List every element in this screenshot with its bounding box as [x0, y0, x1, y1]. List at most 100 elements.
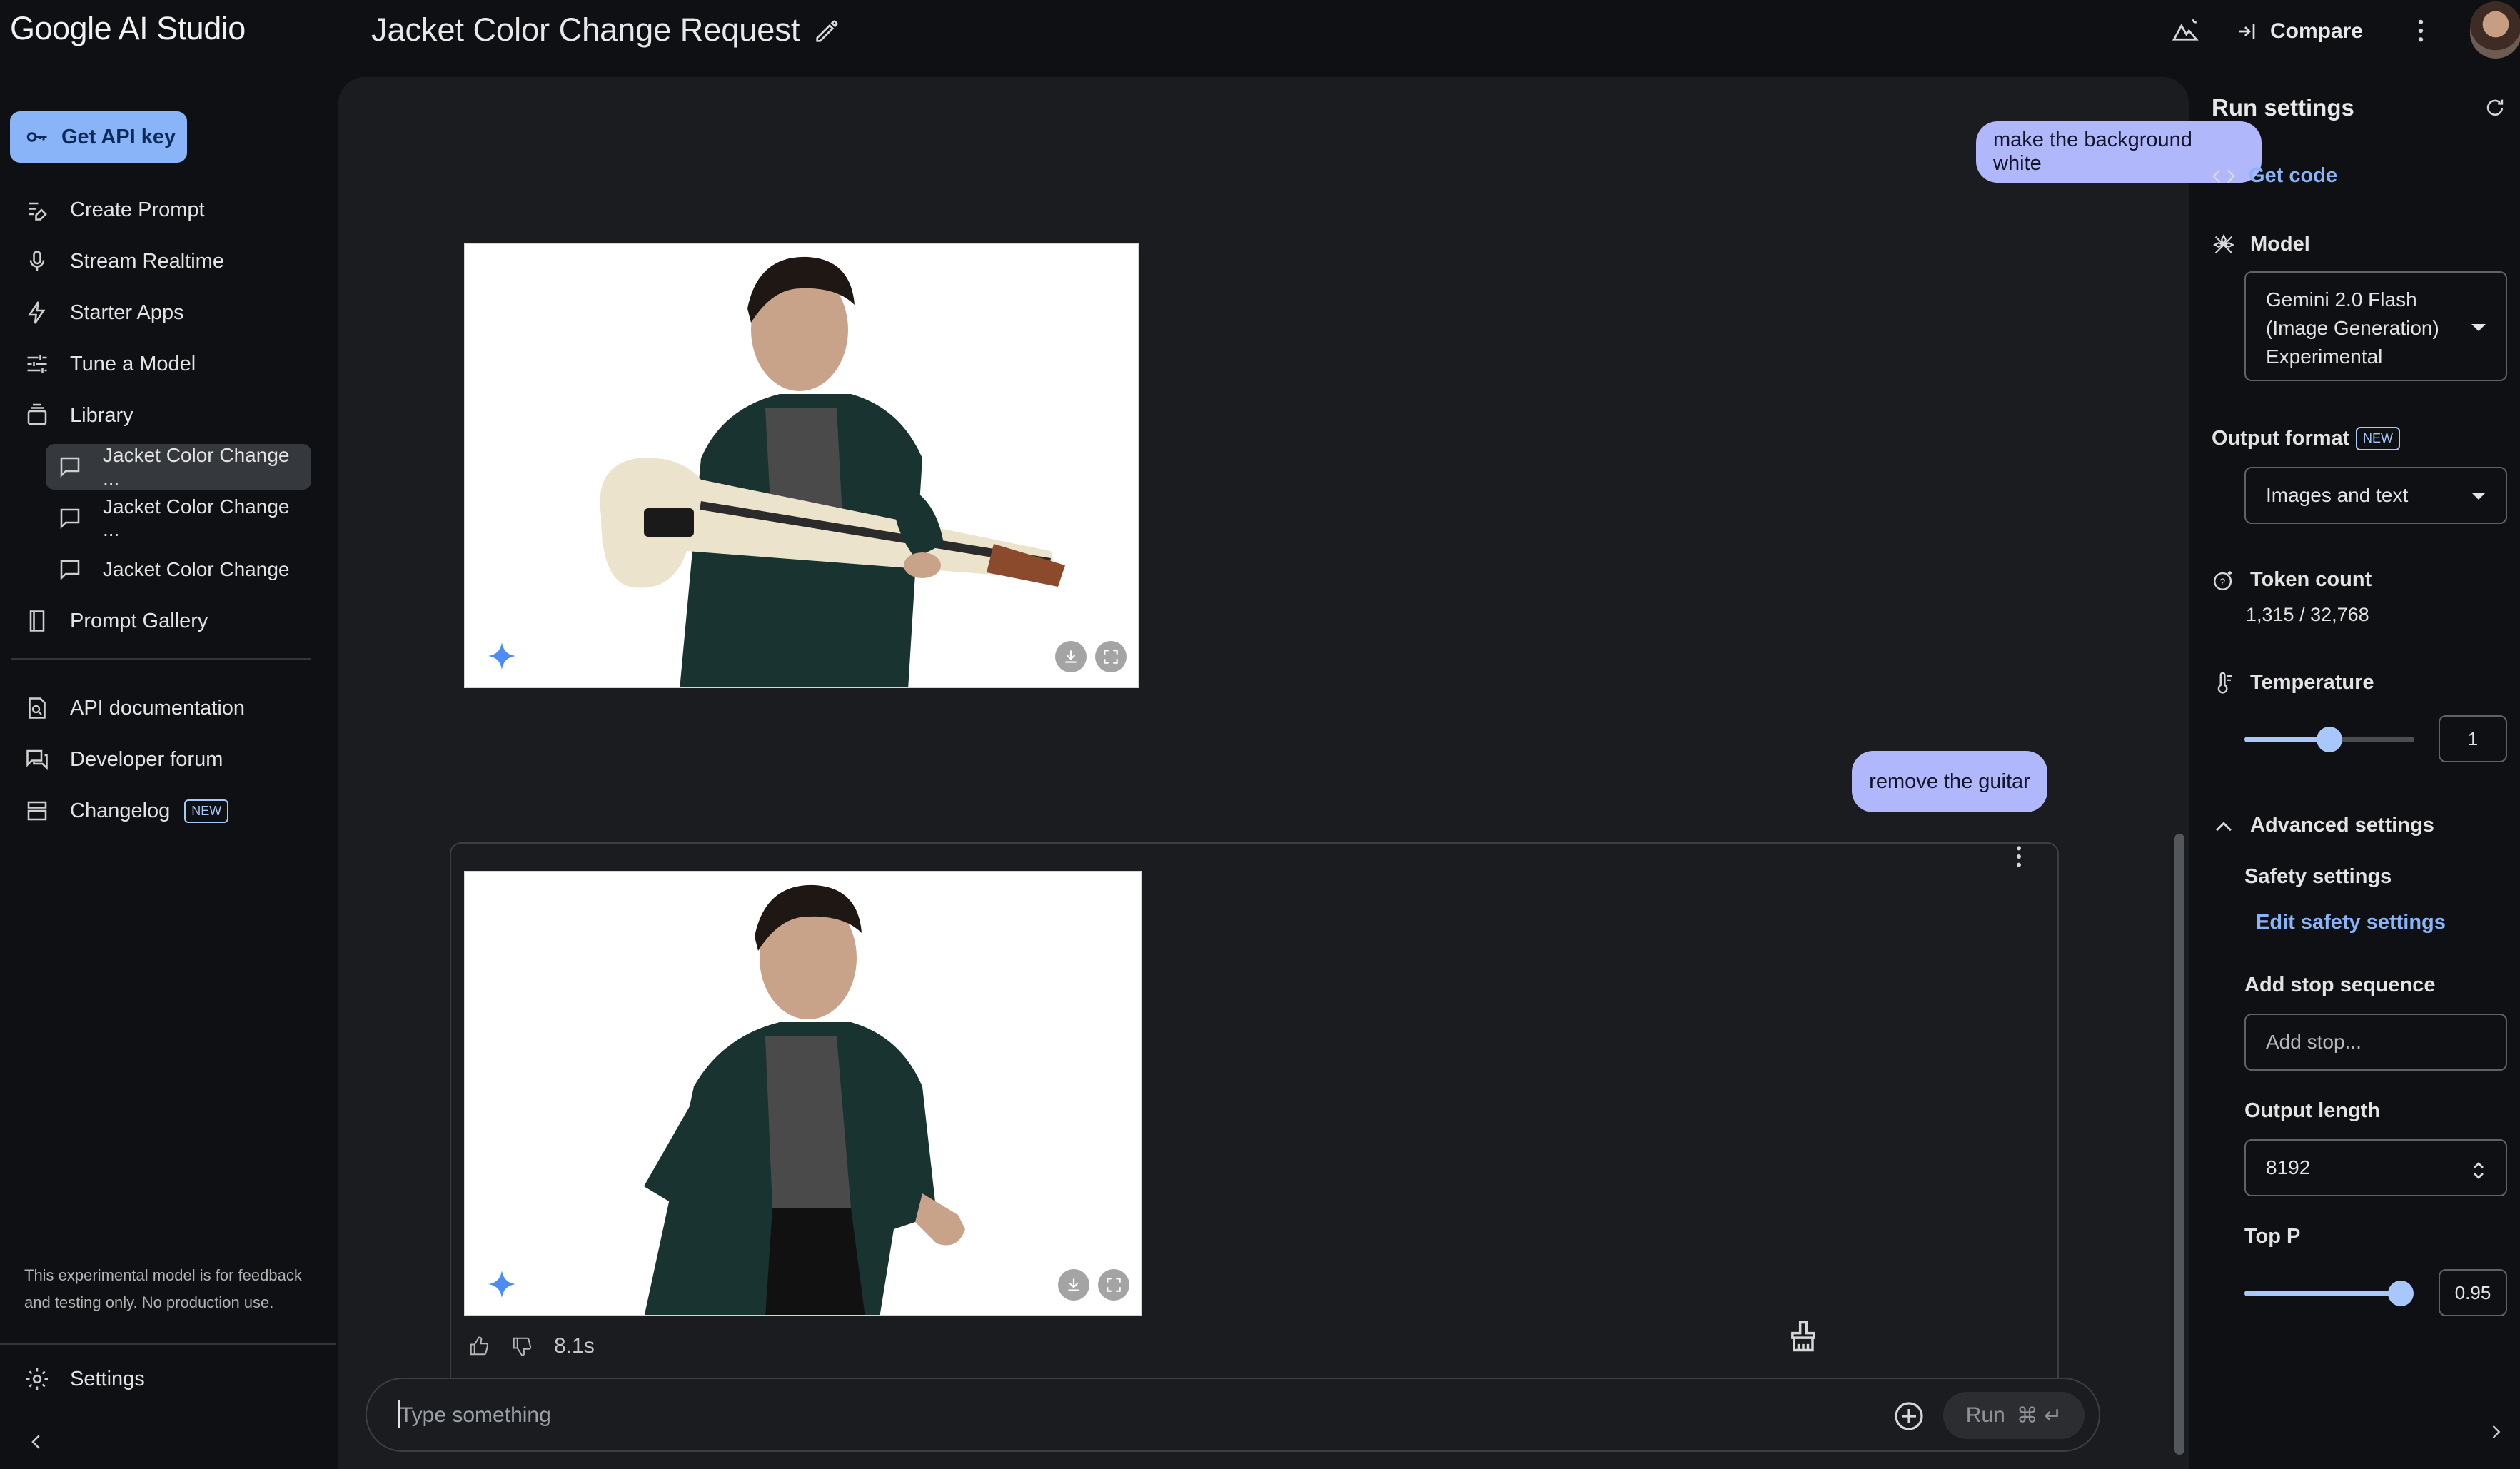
sidebar-item-stream-realtime[interactable]: Stream Realtime: [10, 238, 324, 284]
model-label: Model: [2250, 233, 2310, 256]
stop-sequence-input[interactable]: Add stop...: [2244, 1014, 2507, 1071]
model-value-line: (Image Generation): [2266, 317, 2439, 339]
output-format-value: Images and text: [2266, 484, 2409, 506]
prompt-input[interactable]: Type something Run ⌘ ↵: [366, 1378, 2100, 1452]
docs-search-icon: [29, 697, 46, 719]
new-badge: NEW: [2356, 427, 2400, 450]
thumb-down-icon[interactable]: [511, 1336, 533, 1357]
avatar[interactable]: [2470, 1, 2520, 59]
output-length-label: Output length: [2244, 1099, 2381, 1122]
safety-settings-label: Safety settings: [2244, 865, 2392, 888]
clear-chat-icon[interactable]: [1785, 1318, 1822, 1355]
token-count-value: 1,315 / 32,768: [2246, 604, 2369, 625]
sidebar-item-starter-apps[interactable]: Starter Apps: [10, 290, 324, 335]
man-with-guitar-image: [465, 244, 1138, 687]
sidebar-item-label: Create Prompt: [70, 198, 205, 221]
sidebar-item-api-docs[interactable]: API documentation: [10, 685, 324, 731]
advanced-settings-label[interactable]: Advanced settings: [2250, 814, 2434, 837]
download-image-button[interactable]: [1055, 641, 1087, 672]
run-button[interactable]: Run ⌘ ↵: [1943, 1392, 2085, 1439]
sidebar-item-label: Developer forum: [70, 747, 223, 771]
compare-button[interactable]: Compare: [2234, 13, 2363, 50]
top-p-slider-thumb[interactable]: [2387, 1281, 2414, 1306]
chat-icon: [60, 457, 80, 478]
reset-icon[interactable]: [2483, 96, 2507, 120]
run-settings-panel: Run settings Get code Model Gemini 2.0 F…: [2190, 77, 2520, 1469]
top-p-label: Top P: [2244, 1225, 2301, 1248]
top-p-input[interactable]: 0.95: [2439, 1269, 2507, 1316]
library-item-1[interactable]: Jacket Color Change ...: [46, 444, 311, 490]
output-format-select[interactable]: Images and text: [2244, 467, 2507, 524]
sidebar-item-settings[interactable]: Settings: [10, 1356, 145, 1402]
chevron-up-icon[interactable]: [2212, 815, 2236, 839]
chat-icon: [60, 560, 80, 581]
compare-icon: [2239, 24, 2255, 39]
model-value-line: Gemini 2.0 Flash: [2266, 288, 2417, 311]
run-label: Run: [1965, 1403, 2005, 1427]
sidebar-item-label: Prompt Gallery: [70, 609, 208, 632]
chat-icon: [60, 508, 80, 530]
bolt-icon: [28, 301, 46, 324]
fullscreen-image-button[interactable]: [1095, 641, 1127, 672]
more-vert-icon[interactable]: [2005, 842, 2033, 871]
experimental-disclaimer: This experimental model is for feedback …: [24, 1266, 302, 1311]
get-api-key-button[interactable]: Get API key: [10, 111, 187, 163]
top-p-slider[interactable]: [2244, 1281, 2414, 1306]
more-vert-icon[interactable]: [2406, 16, 2436, 46]
download-icon: [1065, 650, 1077, 663]
fullscreen-icon: [1104, 650, 1118, 664]
add-media-icon[interactable]: [1892, 1399, 1926, 1433]
chevron-left-icon[interactable]: [26, 1428, 47, 1456]
edit-safety-settings-link[interactable]: Edit safety settings: [2256, 911, 2446, 934]
sidebar-item-changelog[interactable]: Changelog NEW: [10, 788, 324, 834]
code-icon: [2212, 169, 2235, 183]
gear-icon: [26, 1368, 48, 1390]
response-meta-row: 8.1s: [468, 1328, 595, 1365]
chat-scrollbar[interactable]: [2174, 834, 2184, 1455]
chevron-down-icon: [2471, 324, 2486, 331]
fullscreen-icon: [1107, 1278, 1121, 1292]
gallery-icon: [29, 610, 45, 632]
edit-icon[interactable]: [812, 17, 841, 46]
drive-sync-icon[interactable]: [2170, 16, 2200, 46]
run-settings-title: Run settings: [2212, 94, 2354, 121]
thumb-up-icon[interactable]: [468, 1336, 490, 1357]
temperature-slider[interactable]: [2244, 727, 2414, 752]
temperature-slider-thumb[interactable]: [2317, 727, 2342, 752]
generated-image[interactable]: [464, 243, 1139, 688]
response-time: 8.1s: [554, 1334, 595, 1358]
sidebar-item-create-prompt[interactable]: Create Prompt: [10, 187, 324, 233]
stepper-icon[interactable]: [2471, 1161, 2486, 1181]
sidebar-item-label: Changelog: [70, 799, 171, 822]
chat-area: make the background white remove the gui…: [338, 77, 2262, 1469]
run-shortcut: ⌘ ↵: [2016, 1403, 2062, 1428]
prompt-title: Jacket Color Change Request: [371, 11, 800, 48]
fullscreen-image-button[interactable]: [1098, 1269, 1129, 1301]
sidebar-item-prompt-gallery[interactable]: Prompt Gallery: [10, 598, 324, 644]
model-icon: [2212, 233, 2235, 254]
tune-icon: [27, 355, 47, 373]
token-count-icon: ?: [2214, 571, 2232, 590]
sidebar-item-library[interactable]: Library: [10, 393, 324, 438]
get-code-link[interactable]: Get code: [2249, 164, 2337, 188]
library-item-3[interactable]: Jacket Color Change: [46, 547, 311, 592]
compare-label: Compare: [2270, 19, 2364, 43]
temperature-input[interactable]: 1: [2439, 715, 2507, 762]
svg-text:?: ?: [2219, 577, 2225, 588]
chevron-right-icon[interactable]: [2486, 1419, 2506, 1445]
model-select[interactable]: Gemini 2.0 Flash (Image Generation) Expe…: [2244, 271, 2507, 381]
sidebar-item-label: API documentation: [70, 696, 246, 720]
sidebar-item-label: Starter Apps: [70, 301, 184, 324]
output-length-value: 8192: [2266, 1156, 2311, 1178]
library-item-2[interactable]: Jacket Color Change ...: [46, 495, 311, 541]
generated-image[interactable]: [464, 871, 1142, 1316]
sidebar-item-developer-forum[interactable]: Developer forum: [10, 737, 324, 782]
chevron-down-icon: [2471, 493, 2486, 500]
sidebar-item-tune-model[interactable]: Tune a Model: [10, 341, 324, 387]
token-count-label: Token count: [2250, 568, 2372, 591]
app-brand[interactable]: Google AI Studio: [10, 10, 246, 47]
download-image-button[interactable]: [1058, 1269, 1089, 1301]
output-length-input[interactable]: 8192: [2244, 1139, 2507, 1196]
model-value-line: Experimental: [2266, 345, 2383, 368]
user-message: remove the guitar: [1852, 751, 2047, 812]
